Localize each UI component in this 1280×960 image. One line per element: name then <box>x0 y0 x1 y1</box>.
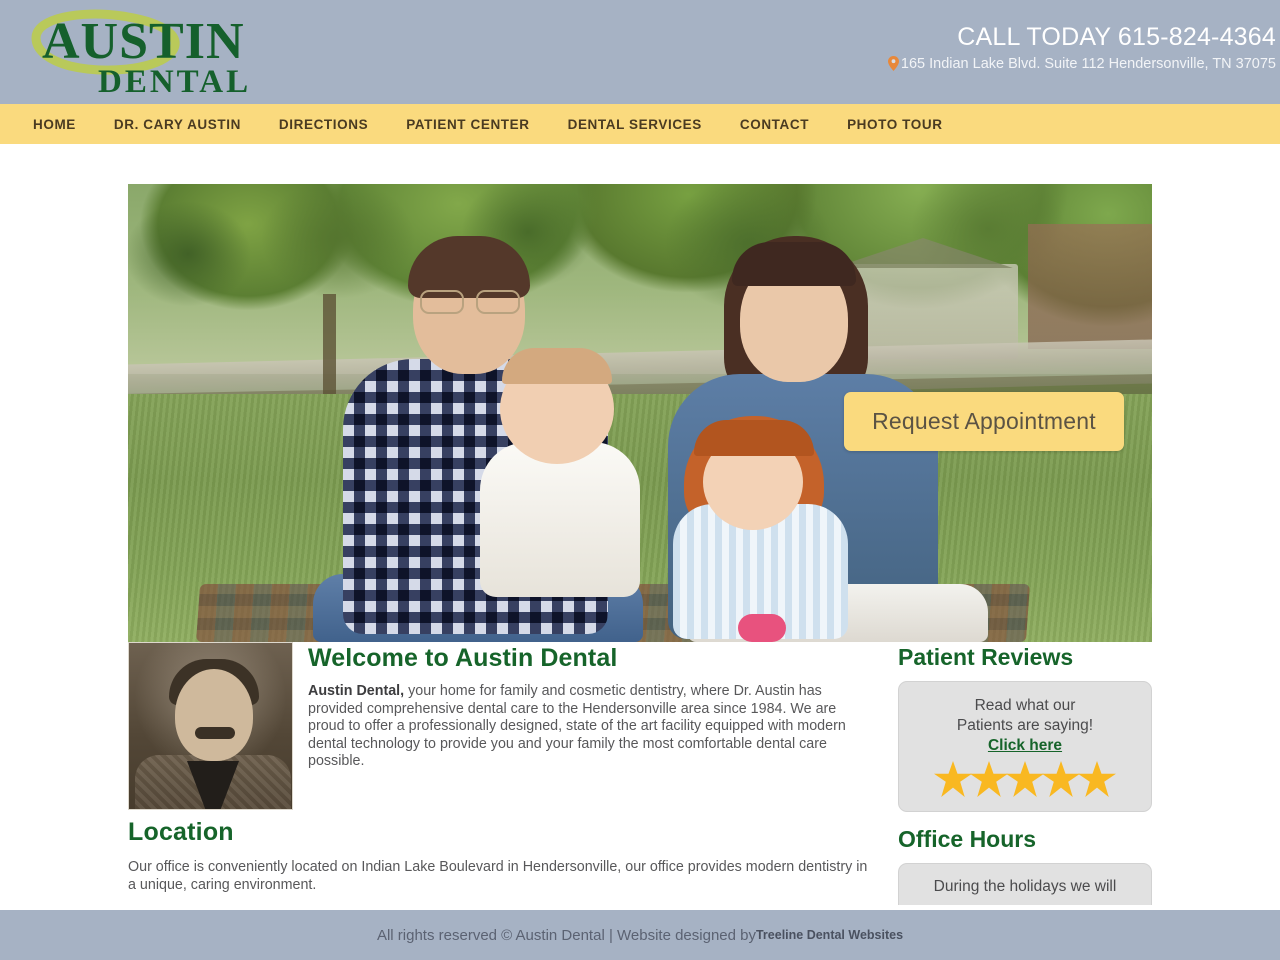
doctor-portrait-photo <box>128 642 293 810</box>
office-hours-heading: Office Hours <box>898 826 1037 852</box>
patient-reviews-heading: Patient Reviews <box>898 644 1074 670</box>
address-line: 165 Indian Lake Blvd. Suite 112 Henderso… <box>886 53 1276 74</box>
footer-designer-link[interactable]: Treeline Dental Websites <box>756 928 903 942</box>
site-header: AUSTIN DENTAL CALL TODAY 615-824-4364 16… <box>0 0 1280 104</box>
header-contact-block: CALL TODAY 615-824-4364 165 Indian Lake … <box>886 22 1276 74</box>
reviews-click-here-link[interactable]: Click here <box>988 737 1062 755</box>
hero-baby-body <box>480 442 640 597</box>
austin-dental-logo-icon: AUSTIN DENTAL <box>31 9 251 96</box>
location-heading: Location <box>128 818 234 846</box>
svg-text:AUSTIN: AUSTIN <box>42 13 245 70</box>
main-navigation: HOME DR. CARY AUSTIN DIRECTIONS PATIENT … <box>0 104 1280 144</box>
star-icon <box>934 761 972 797</box>
nav-item-dental-services[interactable]: DENTAL SERVICES <box>549 117 721 132</box>
request-appointment-button[interactable]: Request Appointment <box>844 392 1124 451</box>
star-icon <box>1078 761 1116 797</box>
nav-item-photo-tour[interactable]: PHOTO TOUR <box>828 117 962 132</box>
content-right-sidebar: Patient Reviews Read what our Patients a… <box>868 630 1152 905</box>
star-icon <box>970 761 1008 797</box>
hero-tree-trunk-left <box>323 294 336 404</box>
content-left-column: Welcome to Austin Dental Austin Dental, … <box>128 630 868 905</box>
patient-reviews-box: Read what our Patients are saying! Click… <box>898 681 1152 812</box>
main-content: Welcome to Austin Dental Austin Dental, … <box>0 630 1280 905</box>
reviews-line-2: Patients are saying! <box>956 717 1094 734</box>
hero-family-photo: Request Appointment <box>128 184 1152 642</box>
site-footer: All rights reserved © Austin Dental | We… <box>0 910 1280 960</box>
nav-item-dr-cary-austin[interactable]: DR. CARY AUSTIN <box>95 117 260 132</box>
doctor-mustache <box>195 727 235 739</box>
hero-girl-bangs <box>694 420 814 456</box>
hero-mother-bangs <box>732 242 856 286</box>
hero-father-glasses-icon <box>420 290 520 314</box>
nav-item-contact[interactable]: CONTACT <box>721 117 828 132</box>
star-rating <box>911 761 1139 801</box>
footer-copyright-text: All rights reserved © Austin Dental | We… <box>376 926 756 944</box>
hero-section: Request Appointment <box>0 144 1280 642</box>
hero-baby-hair <box>502 348 612 384</box>
nav-item-home[interactable]: HOME <box>14 117 95 132</box>
hero-brick-building <box>1028 224 1152 349</box>
reviews-line-1: Read what our <box>974 697 1076 714</box>
svg-text:DENTAL: DENTAL <box>98 64 251 96</box>
address-text: 165 Indian Lake Blvd. Suite 112 Henderso… <box>900 56 1276 72</box>
location-paragraph: Our office is conveniently located on In… <box>128 859 868 893</box>
nav-item-directions[interactable]: DIRECTIONS <box>260 117 387 132</box>
call-today-text: CALL TODAY 615-824-4364 <box>957 23 1276 51</box>
site-logo[interactable]: AUSTIN DENTAL <box>18 4 298 96</box>
star-icon <box>1006 761 1044 797</box>
map-pin-icon <box>887 56 899 71</box>
page-root: AUSTIN DENTAL CALL TODAY 615-824-4364 16… <box>0 0 1280 960</box>
office-hours-box: During the holidays we will <box>898 863 1152 905</box>
welcome-lead-text: Austin Dental, <box>308 683 405 699</box>
doctor-head <box>175 669 253 761</box>
office-hours-text: During the holidays we will <box>933 878 1117 895</box>
star-icon <box>1042 761 1080 797</box>
nav-item-patient-center[interactable]: PATIENT CENTER <box>387 117 548 132</box>
